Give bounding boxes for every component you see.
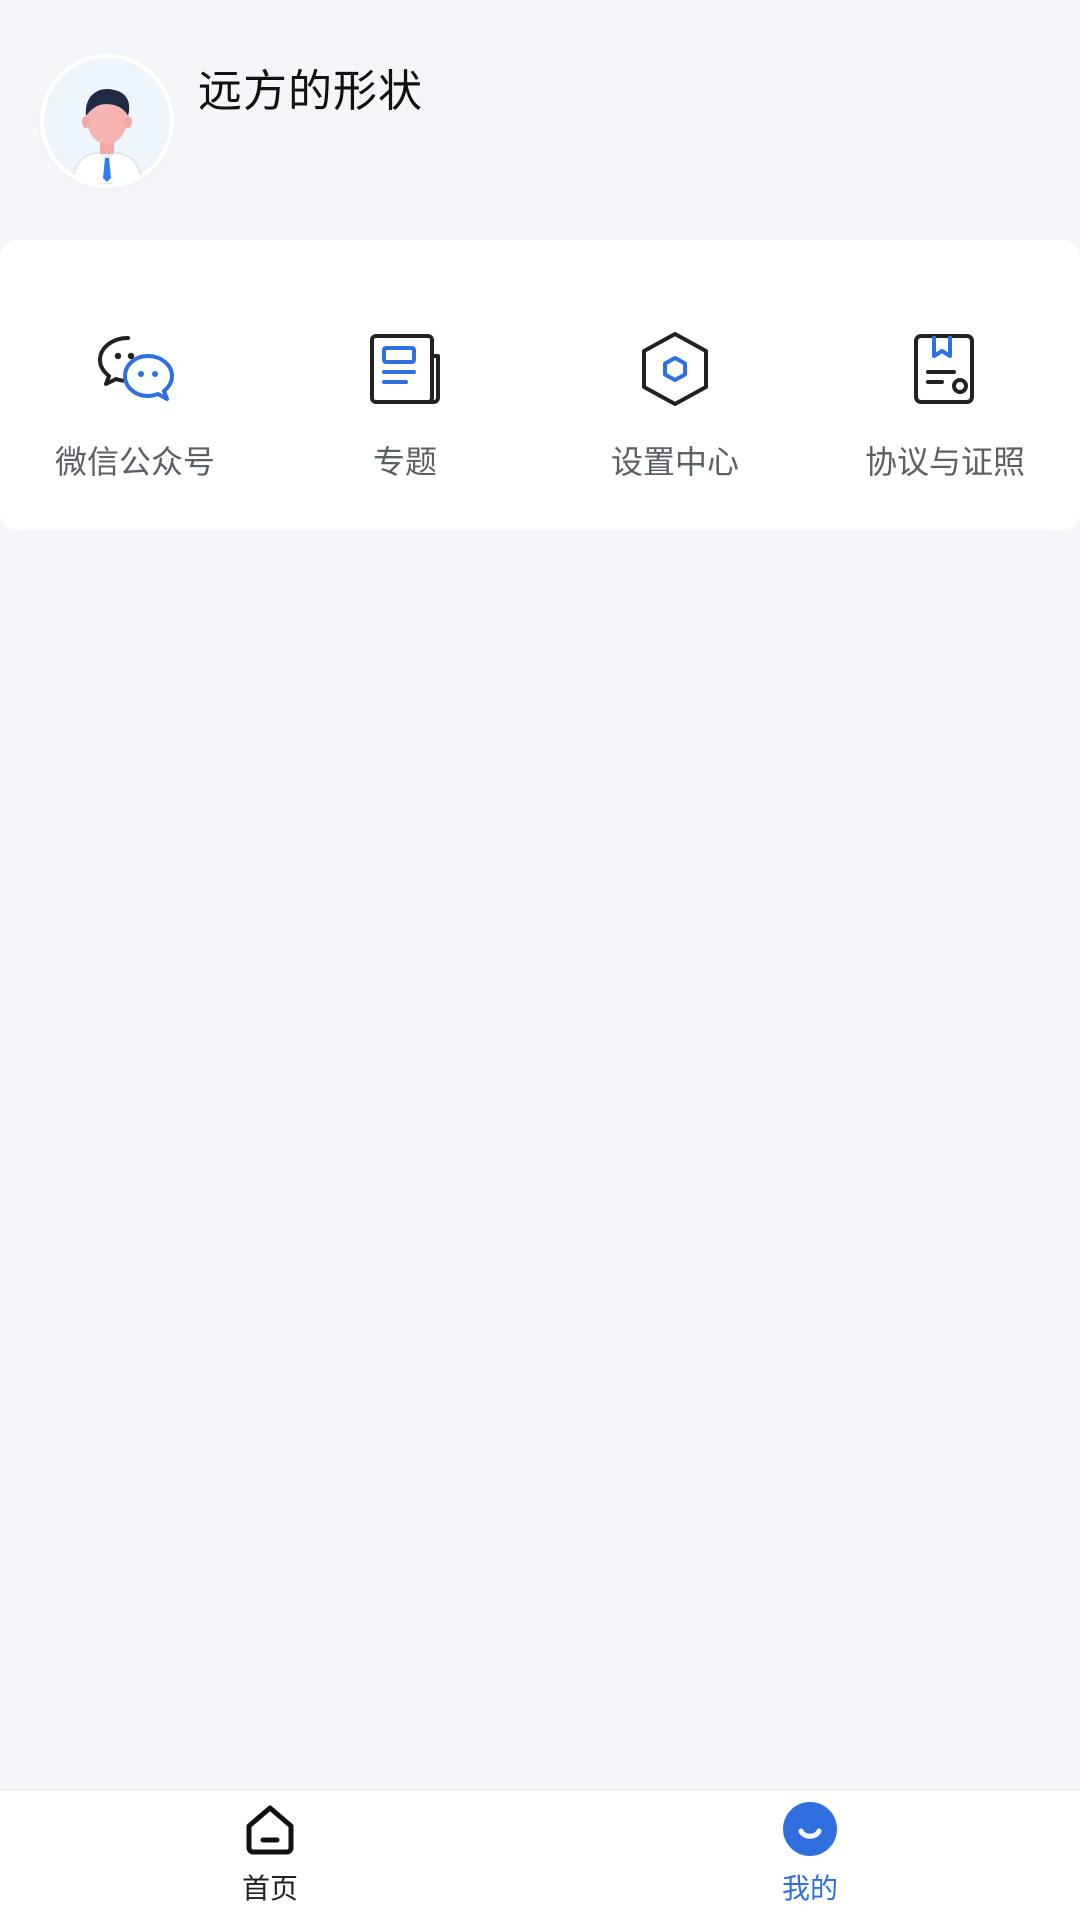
username: 远方的形状 <box>198 66 423 117</box>
tab-home[interactable]: 首页 <box>0 1790 540 1920</box>
wechat-icon <box>98 336 174 401</box>
hexagon-settings-icon <box>642 332 708 406</box>
menu-label-topics: 专题 <box>372 443 437 481</box>
newspaper-icon <box>370 334 440 404</box>
menu-label-wechat: 微信公众号 <box>54 443 215 481</box>
menu-label-settings: 设置中心 <box>610 443 739 481</box>
user-avatar-icon <box>44 58 170 184</box>
tab-mine[interactable]: 我的 <box>540 1790 1080 1920</box>
certificate-document-icon <box>914 334 974 404</box>
menu-label-agreements: 协议与证照 <box>864 443 1025 481</box>
quick-menu-card: 微信公众号 专题 设置中心 协议与证照 <box>0 240 1080 530</box>
avatar[interactable] <box>44 58 170 184</box>
bottom-tab-bar: 首页 我的 <box>0 1789 1080 1920</box>
smile-face-icon <box>783 1802 837 1856</box>
menu-item-topics[interactable]: 专题 <box>270 240 540 530</box>
home-icon <box>246 1805 294 1855</box>
tab-mine-label: 我的 <box>781 1872 838 1905</box>
menu-item-settings[interactable]: 设置中心 <box>540 240 810 530</box>
menu-item-wechat[interactable]: 微信公众号 <box>0 240 270 530</box>
menu-item-agreements[interactable]: 协议与证照 <box>810 240 1080 530</box>
tab-home-label: 首页 <box>241 1872 298 1905</box>
profile-header: 远方的形状 <box>0 0 1080 230</box>
